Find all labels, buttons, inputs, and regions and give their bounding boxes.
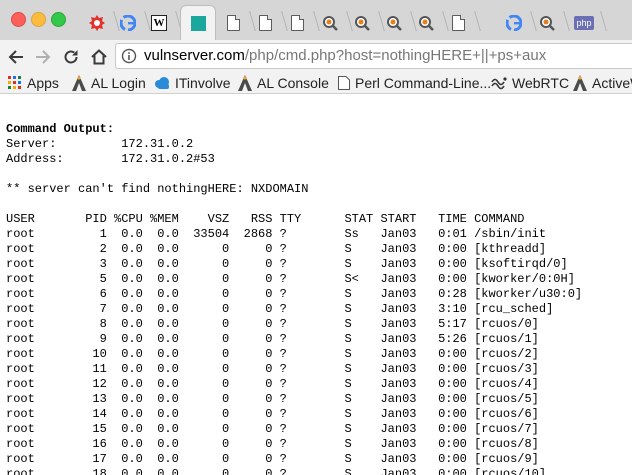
process-row: root 14 0.0 0.0 0 0 ? S Jan03 0:00 [rcuo… bbox=[6, 407, 539, 421]
tab-5[interactable] bbox=[216, 5, 250, 40]
document-icon bbox=[290, 14, 304, 31]
teal-square-icon bbox=[190, 16, 206, 31]
command-output: Command Output: Server: 172.31.0.2 Address… bbox=[6, 122, 582, 475]
bookmarks-bar: Apps AL Login ITinvolve AL Console Perl … bbox=[0, 73, 632, 94]
url-host: vulnserver.com bbox=[144, 47, 245, 64]
nxdomain-error-line: ** server can't find nothingHERE: NXDOMA… bbox=[6, 182, 309, 196]
bookmark-label: ITinvolve bbox=[175, 75, 231, 91]
tab-13[interactable] bbox=[497, 5, 531, 40]
browser-toolbar: vulnserver.com/php/cmd.php?host=nothingH… bbox=[0, 40, 632, 73]
command-output-heading: Command Output: bbox=[6, 122, 115, 136]
magnifier-icon bbox=[323, 15, 338, 31]
process-row: root 16 0.0 0.0 0 0 ? S Jan03 0:00 [rcuo… bbox=[6, 437, 539, 451]
process-row: root 15 0.0 0.0 0 0 ? S Jan03 0:00 [rcuo… bbox=[6, 422, 539, 436]
tab-8[interactable] bbox=[313, 5, 347, 40]
process-row: root 13 0.0 0.0 0 0 ? S Jan03 0:00 [rcuo… bbox=[6, 392, 539, 406]
home-icon bbox=[91, 49, 107, 65]
reload-icon bbox=[64, 50, 78, 64]
process-row: root 3 0.0 0.0 0 0 ? S Jan03 0:00 [ksoft… bbox=[6, 257, 568, 271]
process-row: root 18 0.0 0.0 0 0 ? S Jan03 0:00 [rcuo… bbox=[6, 467, 547, 475]
back-button[interactable] bbox=[4, 45, 28, 69]
process-row: root 9 0.0 0.0 0 0 ? S Jan03 5:26 [rcuos… bbox=[6, 332, 539, 346]
document-icon bbox=[451, 14, 465, 31]
url-path: /php/cmd.php?host=nothingHERE+||+ps+aux bbox=[244, 47, 547, 64]
document-icon bbox=[226, 14, 240, 31]
red-badge-icon bbox=[89, 14, 105, 31]
bookmark-label: Perl Command-Line... bbox=[355, 75, 492, 91]
forward-button[interactable] bbox=[31, 45, 55, 69]
bookmark-activew[interactable]: ActiveW bbox=[573, 74, 632, 92]
bookmark-label: AL Login bbox=[91, 75, 146, 91]
google-icon bbox=[120, 14, 136, 31]
bookmark-label: ActiveW bbox=[592, 75, 632, 91]
magnifier-icon bbox=[387, 15, 402, 31]
bookmark-apps[interactable]: Apps bbox=[8, 74, 59, 92]
magnifier-icon bbox=[540, 15, 555, 31]
process-row: root 11 0.0 0.0 0 0 ? S Jan03 0:00 [rcuo… bbox=[6, 362, 539, 376]
process-row: root 1 0.0 0.0 33504 2868 ? Ss Jan03 0:0… bbox=[6, 227, 547, 241]
document-icon bbox=[338, 76, 350, 90]
apps-grid-icon bbox=[8, 76, 21, 89]
tab-strip: W php bbox=[0, 0, 632, 41]
php-icon: php bbox=[574, 15, 594, 30]
tab-11[interactable] bbox=[409, 5, 443, 40]
server-line: Server: 172.31.0.2 bbox=[6, 137, 194, 151]
al-logo-icon bbox=[238, 75, 252, 91]
process-row: root 6 0.0 0.0 0 0 ? S Jan03 0:28 [kwork… bbox=[6, 287, 583, 301]
process-row: root 2 0.0 0.0 0 0 ? S Jan03 0:00 [kthre… bbox=[6, 242, 547, 256]
tab-3[interactable]: W bbox=[142, 5, 176, 40]
bookmark-al-login[interactable]: AL Login bbox=[72, 74, 146, 92]
tab-12[interactable] bbox=[441, 5, 475, 40]
bookmark-perl-command-line[interactable]: Perl Command-Line... bbox=[338, 74, 491, 92]
tab-4-active[interactable] bbox=[180, 5, 216, 40]
bookmark-label: Apps bbox=[27, 75, 59, 91]
minimize-window-button[interactable] bbox=[31, 12, 46, 27]
process-row: root 8 0.0 0.0 0 0 ? S Jan03 5:17 [rcuos… bbox=[6, 317, 539, 331]
bookmark-itinvolve[interactable]: ITinvolve bbox=[154, 74, 231, 92]
process-row: root 12 0.0 0.0 0 0 ? S Jan03 0:00 [rcuo… bbox=[6, 377, 539, 391]
back-arrow-icon bbox=[8, 50, 23, 64]
google-icon bbox=[506, 14, 522, 31]
al-logo-icon bbox=[72, 75, 86, 91]
forward-arrow-icon bbox=[36, 50, 51, 64]
zoom-window-button[interactable] bbox=[51, 12, 66, 27]
info-icon[interactable] bbox=[121, 48, 137, 64]
tab-6[interactable] bbox=[248, 5, 282, 40]
process-row: root 17 0.0 0.0 0 0 ? S Jan03 0:00 [rcuo… bbox=[6, 452, 539, 466]
magnifier-icon bbox=[419, 15, 434, 31]
tab-1[interactable] bbox=[80, 5, 114, 40]
bookmark-label: WebRTC bbox=[512, 75, 570, 91]
home-button[interactable] bbox=[87, 45, 111, 69]
tab-15[interactable]: php bbox=[567, 5, 601, 40]
address-bar[interactable]: vulnserver.com/php/cmd.php?host=nothingH… bbox=[115, 43, 632, 69]
al-logo-icon bbox=[573, 75, 587, 91]
webrtc-icon bbox=[491, 77, 507, 90]
page-content: Command Output: Server: 172.31.0.2 Address… bbox=[0, 94, 632, 475]
address-line: Address: 172.31.0.2#53 bbox=[6, 152, 215, 166]
close-window-button[interactable] bbox=[11, 12, 26, 27]
bookmark-webrtc[interactable]: WebRTC bbox=[491, 74, 569, 92]
bookmark-label: AL Console bbox=[257, 75, 329, 91]
tab-2[interactable] bbox=[111, 5, 145, 40]
bookmark-al-console[interactable]: AL Console bbox=[238, 74, 329, 92]
tab-7[interactable] bbox=[280, 5, 314, 40]
tab-14[interactable] bbox=[530, 5, 564, 40]
document-icon bbox=[258, 14, 272, 31]
tab-9[interactable] bbox=[345, 5, 379, 40]
tab-10[interactable] bbox=[377, 5, 411, 40]
process-row: root 5 0.0 0.0 0 0 ? S< Jan03 0:00 [kwor… bbox=[6, 272, 575, 286]
process-row: root 7 0.0 0.0 0 0 ? S Jan03 3:10 [rcu_s… bbox=[6, 302, 554, 316]
process-list-header: USER PID %CPU %MEM VSZ RSS TTY STAT STAR… bbox=[6, 212, 525, 226]
wikipedia-icon: W bbox=[151, 14, 167, 31]
magnifier-icon bbox=[355, 15, 370, 31]
reload-button[interactable] bbox=[59, 45, 83, 69]
process-row: root 10 0.0 0.0 0 0 ? S Jan03 0:00 [rcuo… bbox=[6, 347, 539, 361]
process-list: USER PID %CPU %MEM VSZ RSS TTY STAT STAR… bbox=[6, 212, 582, 475]
url-text[interactable]: vulnserver.com/php/cmd.php?host=nothingH… bbox=[144, 47, 546, 64]
cloud-icon bbox=[155, 77, 169, 89]
